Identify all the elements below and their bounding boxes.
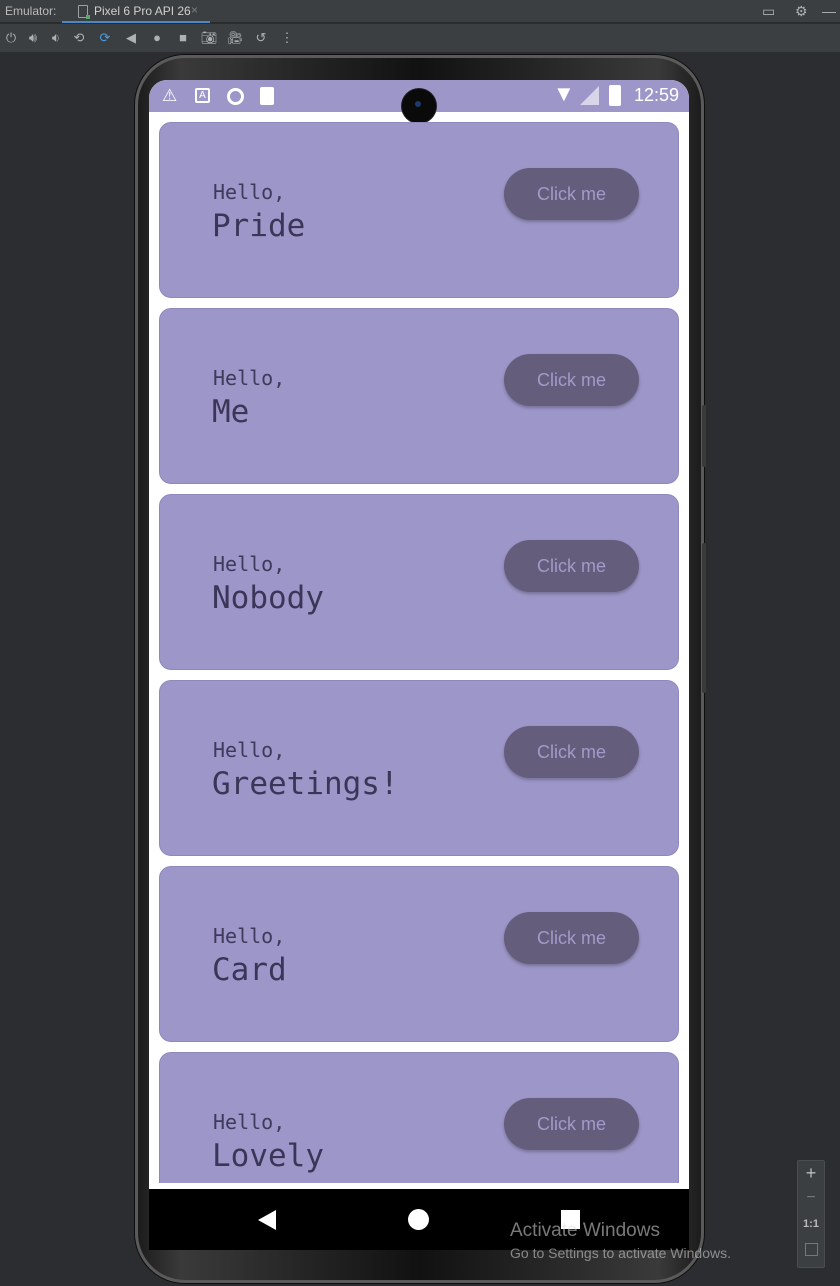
minimize-icon[interactable]: —	[822, 3, 836, 19]
tab-pixel-6-pro[interactable]: Pixel 6 Pro API 26 ×	[62, 0, 210, 23]
activate-windows-subtitle: Go to Settings to activate Windows.	[510, 1245, 731, 1261]
battery-icon	[609, 85, 621, 106]
zoom-controls: + − 1:1	[797, 1160, 825, 1268]
rotate-left-icon[interactable]: ⟲	[70, 28, 88, 48]
click-me-button[interactable]: Click me	[504, 726, 639, 778]
sync-icon	[227, 88, 244, 105]
greeting-text: Hello,	[213, 366, 286, 390]
greeting-text: Hello,	[213, 552, 286, 576]
greeting-text: Hello,	[213, 738, 286, 762]
name-text: Greetings!	[212, 766, 399, 802]
power-icon[interactable]: ⏻	[2, 28, 20, 48]
snapshot-icon[interactable]: ↺	[252, 28, 270, 48]
power-button[interactable]	[702, 543, 706, 693]
screenshot-icon[interactable]: 📷︎	[200, 28, 218, 48]
zoom-in-button[interactable]: +	[798, 1163, 824, 1184]
emulator-panel-label: Emulator:	[5, 4, 57, 18]
status-time: 12:59	[633, 85, 679, 105]
click-me-button[interactable]: Click me	[504, 912, 639, 964]
card-list[interactable]: Hello, Pride Click me Hello, Me Click me…	[149, 112, 689, 1183]
device-icon	[78, 5, 90, 19]
tab-label: Pixel 6 Pro API 26	[94, 4, 191, 18]
window-layout-icon[interactable]: ▭	[762, 3, 775, 20]
overview-icon[interactable]: ■	[174, 28, 192, 48]
greeting-card: Hello, Me Click me	[159, 308, 679, 484]
name-text: Me	[212, 394, 250, 430]
back-icon[interactable]: ◀	[122, 28, 140, 48]
click-me-button[interactable]: Click me	[504, 540, 639, 592]
greeting-card: Hello, Pride Click me	[159, 122, 679, 298]
more-icon[interactable]: ⋮	[278, 28, 296, 48]
click-me-button[interactable]: Click me	[504, 354, 639, 406]
zoom-out-button[interactable]: −	[798, 1189, 824, 1207]
volume-up-icon[interactable]: 🔊︎	[24, 28, 42, 48]
name-text: Nobody	[212, 580, 324, 616]
warning-icon: ⚠	[162, 86, 178, 105]
emulator-toolbar: ⏻ 🔊︎ 🔉︎ ⟲ ⟳ ◀ ● ■ 📷︎ 🎥︎ ↺ ⋮	[0, 24, 840, 52]
tab-close-icon[interactable]: ×	[191, 3, 198, 17]
greeting-card: Hello, Nobody Click me	[159, 494, 679, 670]
nav-home-icon[interactable]	[408, 1209, 429, 1230]
home-icon[interactable]: ●	[148, 28, 166, 48]
click-me-button[interactable]: Click me	[504, 1098, 639, 1150]
greeting-text: Hello,	[213, 924, 286, 948]
name-text: Pride	[212, 208, 306, 244]
gear-icon[interactable]: ⚙	[795, 3, 808, 20]
cell-signal-icon	[580, 86, 599, 105]
volume-button[interactable]	[702, 405, 706, 467]
zoom-fit-icon[interactable]	[805, 1243, 818, 1256]
rotate-right-icon[interactable]: ⟳	[96, 28, 114, 48]
greeting-card: Hello, Lovely Click me	[159, 1052, 679, 1183]
volume-down-icon[interactable]: 🔉︎	[47, 28, 65, 48]
zoom-actual-size-button[interactable]: 1:1	[798, 1218, 824, 1230]
text-notification-icon: A	[195, 88, 210, 103]
device-screen: ⚠ A ▼ 12:59 Hello, Pride Click me Hello,…	[149, 80, 689, 1250]
greeting-text: Hello,	[213, 180, 286, 204]
wifi-icon: ▼	[553, 81, 575, 106]
activate-windows-title: Activate Windows	[510, 1220, 660, 1241]
record-icon[interactable]: 🎥︎	[226, 28, 244, 48]
click-me-button[interactable]: Click me	[504, 168, 639, 220]
emulator-tool-header: Emulator: Pixel 6 Pro API 26 × ▭ ⚙ —	[0, 0, 840, 23]
name-text: Card	[212, 952, 287, 988]
greeting-card: Hello, Card Click me	[159, 866, 679, 1042]
greeting-card: Hello, Greetings! Click me	[159, 680, 679, 856]
greeting-text: Hello,	[213, 1110, 286, 1134]
name-text: Lovely	[212, 1138, 324, 1174]
sd-card-icon	[260, 87, 274, 105]
nav-back-icon[interactable]	[258, 1210, 276, 1230]
